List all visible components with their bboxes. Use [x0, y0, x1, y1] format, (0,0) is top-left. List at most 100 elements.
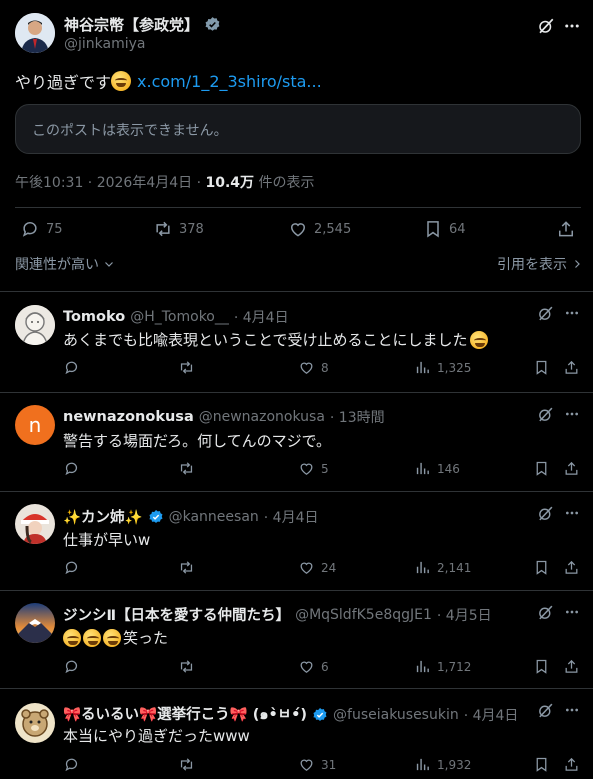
more-options-icon[interactable]: [563, 701, 581, 719]
post-timestamp[interactable]: 午後10:31 · 2026年4月4日 ·: [15, 175, 206, 191]
more-options-icon[interactable]: [563, 504, 581, 522]
share-button[interactable]: [563, 359, 580, 376]
views-button[interactable]: 2,141: [414, 559, 471, 576]
reply-avatar[interactable]: [15, 703, 55, 743]
reply-author-handle[interactable]: @newnazonokusa: [199, 409, 325, 425]
like-count: 6: [321, 659, 329, 674]
reply-icon: [63, 559, 80, 576]
reply-button[interactable]: [63, 559, 80, 576]
like-button[interactable]: 5: [298, 460, 329, 477]
repost-button[interactable]: [178, 460, 195, 477]
views-button[interactable]: 1,932: [414, 756, 471, 773]
bookmark-button[interactable]: [533, 658, 550, 675]
reply-item[interactable]: ✨カン姉✨ @kanneesan · 4月4日 仕事が早いw: [0, 491, 593, 590]
like-button[interactable]: 2,545: [288, 219, 351, 239]
share-icon: [563, 756, 580, 773]
unavailable-text: このポストは表示できません。: [32, 123, 228, 139]
reply-date[interactable]: · 4月4日: [264, 507, 319, 527]
reply-avatar[interactable]: n: [15, 405, 55, 445]
post-body: やり過ぎです x.com/1_2_3shiro/sta...: [15, 69, 322, 93]
share-button[interactable]: [563, 756, 580, 773]
reply-author-handle[interactable]: @MqSldfK5e8qgJE1: [295, 607, 432, 623]
grok-icon[interactable]: [536, 701, 554, 719]
bookmark-button[interactable]: 64: [423, 219, 466, 239]
reply-author-name[interactable]: ジンシⅡ【日本を愛する仲間たち】: [63, 604, 290, 625]
share-button[interactable]: [563, 658, 580, 675]
reply-header: Tomoko @H_Tomoko__ · 4月4日: [63, 307, 289, 327]
bookmark-button[interactable]: [533, 559, 550, 576]
like-button[interactable]: 24: [298, 559, 336, 576]
author-avatar[interactable]: [15, 13, 55, 53]
reply-avatar[interactable]: [15, 504, 55, 544]
like-count: 5: [321, 461, 329, 476]
grok-icon[interactable]: [536, 405, 554, 423]
reply-avatar[interactable]: [15, 305, 55, 345]
reply-button[interactable]: [63, 359, 80, 376]
repost-button[interactable]: [178, 359, 195, 376]
view-quotes-link[interactable]: 引用を表示: [497, 254, 583, 274]
reply-date[interactable]: · 4月4日: [234, 307, 289, 327]
reply-icon: [63, 460, 80, 477]
repost-button[interactable]: [178, 756, 195, 773]
like-button[interactable]: 8: [298, 359, 329, 376]
bookmark-icon: [533, 658, 550, 675]
reply-button[interactable]: [63, 460, 80, 477]
reply-date[interactable]: · 13時間: [330, 407, 385, 427]
reply-avatar[interactable]: [15, 603, 55, 643]
more-options-icon[interactable]: [563, 304, 581, 322]
post-link[interactable]: x.com/1_2_3shiro/sta...: [137, 72, 322, 91]
author-handle[interactable]: @jinkamiya: [64, 36, 145, 52]
share-button[interactable]: [563, 559, 580, 576]
bookmark-button[interactable]: [533, 359, 550, 376]
share-button[interactable]: [563, 460, 580, 477]
divider: [15, 207, 581, 208]
more-options-icon[interactable]: [562, 16, 582, 36]
joy-emoji-icon: [469, 330, 488, 349]
grok-icon[interactable]: [536, 504, 554, 522]
reply-author-handle[interactable]: @H_Tomoko__: [130, 309, 229, 325]
joy-emoji-icon: [63, 628, 81, 647]
reply-button[interactable]: [63, 658, 80, 675]
repost-button[interactable]: [178, 658, 195, 675]
reply-item[interactable]: n newnazonokusa @newnazonokusa · 13時間 警告…: [0, 392, 593, 491]
view-count: 10.4万: [205, 175, 255, 191]
author-name[interactable]: 神谷宗幣【参政党】: [64, 14, 221, 35]
bookmark-icon: [533, 460, 550, 477]
reply-button[interactable]: [63, 756, 80, 773]
views-button[interactable]: 146: [414, 460, 460, 477]
post-text: やり過ぎです: [15, 73, 112, 92]
reply-item[interactable]: ジンシⅡ【日本を愛する仲間たち】 @MqSldfK5e8qgJE1 · 4月5日…: [0, 590, 593, 688]
reply-button[interactable]: 75: [20, 219, 63, 239]
bookmark-button[interactable]: [533, 460, 550, 477]
reply-text: 本当にやり過ぎだったwww: [63, 727, 250, 745]
reply-author-handle[interactable]: @kanneesan: [169, 509, 259, 525]
like-button[interactable]: 6: [298, 658, 329, 675]
reply-date[interactable]: · 4月4日: [464, 705, 519, 725]
reply-author-name[interactable]: newnazonokusa: [63, 409, 194, 425]
reply-sort-dropdown[interactable]: 関連性が高い: [15, 254, 115, 274]
views-button[interactable]: 1,712: [414, 658, 471, 675]
like-button[interactable]: 31: [298, 756, 336, 773]
author-name-text[interactable]: 神谷宗幣【参政党】: [64, 14, 199, 35]
reply-date[interactable]: · 4月5日: [437, 605, 492, 625]
reply-item[interactable]: 🎀るいるい🎀選挙行こう🎀 (๑•̀ㅂ•́) @fuseiakusesukin ·…: [0, 688, 593, 779]
reply-author-handle[interactable]: @fuseiakusesukin: [333, 707, 459, 723]
grok-icon[interactable]: [536, 16, 556, 36]
grok-icon[interactable]: [536, 304, 554, 322]
bookmark-button[interactable]: [533, 756, 550, 773]
reply-icon: [63, 756, 80, 773]
more-options-icon[interactable]: [563, 405, 581, 423]
repost-button[interactable]: 378: [153, 219, 204, 239]
repost-icon: [153, 219, 173, 239]
reply-author-name[interactable]: ✨カン姉✨: [63, 506, 143, 527]
bookmark-count: 64: [449, 221, 466, 237]
more-options-icon[interactable]: [563, 603, 581, 621]
views-button[interactable]: 1,325: [414, 359, 471, 376]
heart-icon: [298, 658, 315, 675]
repost-button[interactable]: [178, 559, 195, 576]
reply-author-name[interactable]: 🎀るいるい🎀選挙行こう🎀 (๑•̀ㅂ•́): [63, 703, 307, 726]
reply-author-name[interactable]: Tomoko: [63, 309, 125, 325]
grok-icon[interactable]: [536, 603, 554, 621]
share-button[interactable]: [556, 219, 576, 239]
reply-item[interactable]: Tomoko @H_Tomoko__ · 4月4日 あくまでも比喩表現ということ…: [0, 291, 593, 392]
